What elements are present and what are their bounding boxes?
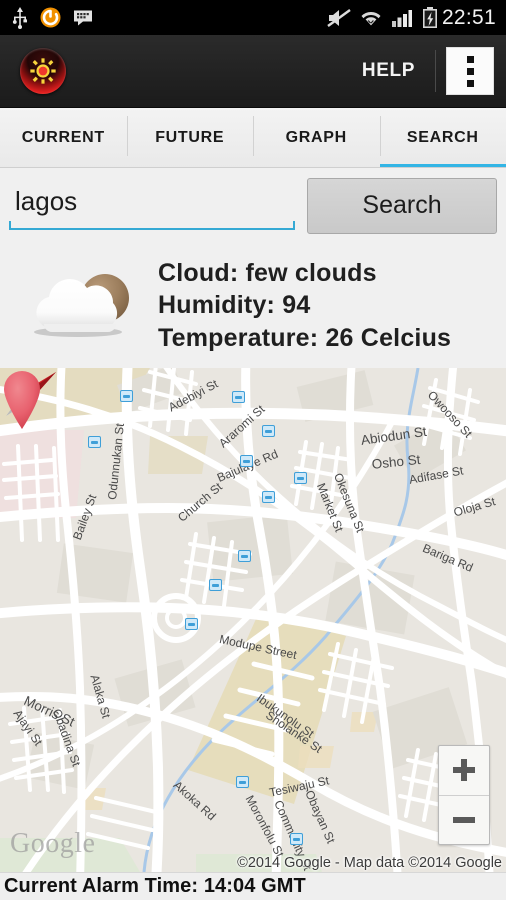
tab-graph[interactable]: GRAPH — [253, 108, 380, 168]
alarm-status-bar: Current Alarm Time: 14:04 GMT — [0, 872, 506, 900]
bus-stop-icon — [240, 455, 253, 467]
wifi-icon — [361, 11, 381, 25]
bus-stop-icon — [294, 472, 307, 484]
overflow-dot-1 — [466, 55, 474, 63]
tab-future[interactable]: FUTURE — [126, 108, 254, 168]
map-zoom-controls — [438, 745, 490, 845]
location-pin[interactable] — [0, 368, 44, 430]
messaging-icon — [74, 10, 92, 25]
bus-stop-icon — [120, 390, 133, 402]
action-bar-divider — [435, 50, 436, 92]
battery-charging-icon — [422, 6, 437, 28]
few-clouds-icon — [22, 258, 150, 354]
status-bar: 22:51 — [0, 0, 506, 35]
tab-current[interactable]: CURRENT — [0, 108, 127, 168]
usb-icon — [12, 6, 27, 29]
search-button[interactable]: Search — [307, 177, 497, 234]
bus-stop-icon — [290, 833, 303, 845]
map-attribution: ©2014 Google - Map data ©2014 Google — [237, 855, 502, 871]
action-bar: HELP — [0, 35, 506, 108]
bus-stop-icon — [185, 618, 198, 630]
weather-cloud-text: Cloud: few clouds — [158, 259, 377, 288]
weather-summary-panel: Cloud: few clouds Humidity: 94 Temperatu… — [0, 243, 506, 368]
mute-icon — [327, 8, 351, 27]
overflow-dot-3 — [466, 79, 474, 87]
search-bar: Search — [0, 168, 506, 243]
bus-stop-icon — [262, 425, 275, 437]
google-watermark: Google — [10, 828, 96, 859]
sun-glyph — [30, 58, 56, 84]
minus-icon — [452, 808, 476, 832]
weather-humidity-text: Humidity: 94 — [158, 291, 311, 320]
search-field-wrapper — [9, 177, 295, 234]
tab-search[interactable]: SEARCH — [379, 108, 506, 168]
sun-app-icon[interactable] — [20, 48, 66, 94]
bus-stop-icon — [232, 391, 245, 403]
weather-readings: Cloud: few clouds Humidity: 94 Temperatu… — [158, 257, 451, 354]
bus-stop-icon — [209, 579, 222, 591]
overflow-menu-icon[interactable] — [446, 47, 494, 95]
tab-search-label: SEARCH — [406, 129, 479, 146]
status-bar-right-icons — [327, 6, 438, 29]
bus-stop-icon — [238, 550, 251, 562]
status-bar-clock: 22:51 — [441, 5, 496, 29]
tab-future-label: FUTURE — [155, 129, 225, 146]
tab-bar: CURRENT FUTURE GRAPH SEARCH — [0, 108, 506, 168]
map-canvas — [0, 368, 506, 872]
tab-current-label: CURRENT — [21, 129, 105, 146]
sync-icon — [40, 7, 61, 28]
weather-temperature-text: Temperature: 26 Celcius — [158, 323, 452, 352]
alarm-time-text: Current Alarm Time: 14:04 GMT — [4, 875, 306, 897]
bus-stop-icon — [262, 491, 275, 503]
help-button[interactable]: HELP — [352, 60, 433, 82]
bus-stop-icon — [88, 436, 101, 448]
status-bar-left-icons — [12, 6, 93, 29]
plus-icon — [452, 758, 476, 782]
zoom-out-button[interactable] — [439, 794, 489, 845]
zoom-in-button[interactable] — [439, 746, 489, 795]
map-view[interactable]: Adebiyi St Araromi St Bajulaye Rd Church… — [0, 368, 506, 872]
tab-graph-label: GRAPH — [285, 129, 347, 146]
search-input-underline — [9, 220, 295, 230]
overflow-dot-2 — [466, 67, 474, 75]
bus-stop-icon — [236, 776, 249, 788]
signal-icon — [391, 9, 412, 27]
